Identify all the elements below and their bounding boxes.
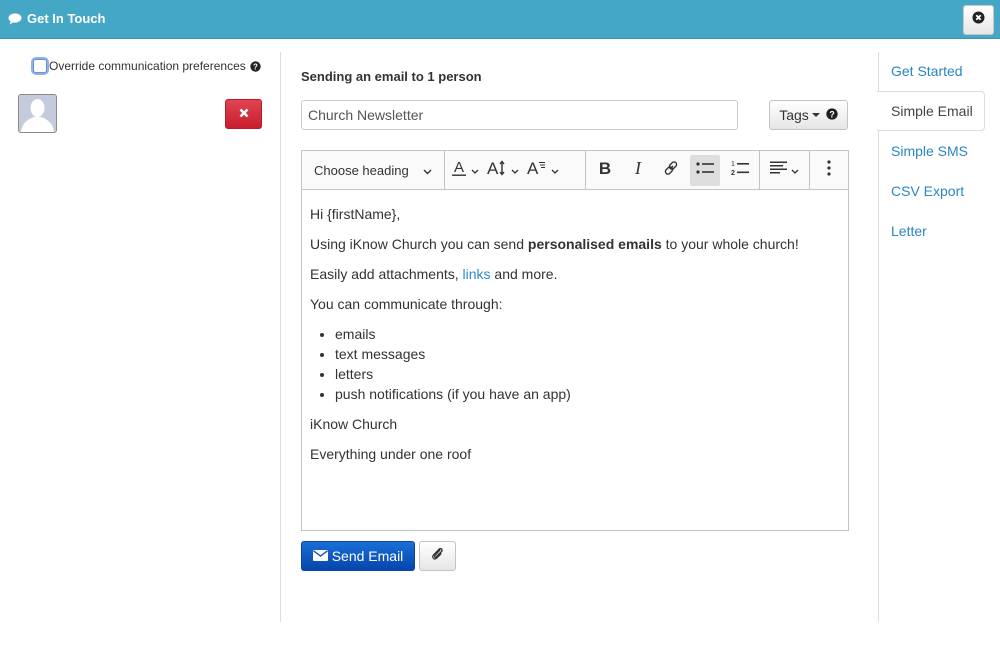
avatar [18,94,57,133]
recipients-panel: Override communication preferences ? [0,40,280,622]
send-email-button[interactable]: Send Email [301,541,415,571]
bold-icon: B [598,159,612,181]
channels-list: emails text messages letters push notifi… [310,324,840,404]
font-color-button[interactable]: A [447,155,483,186]
send-email-label: Send Email [331,548,404,564]
modal-title-text: Get In Touch [27,11,106,26]
question-circle-icon[interactable]: ? [250,60,261,72]
tagline-paragraph: Everything under one roof [310,446,472,462]
chevron-down-icon [551,161,559,179]
comment-icon [8,12,22,25]
font-family-icon: A [527,159,547,182]
italic-button[interactable]: I [624,155,652,186]
nav-item-get-started[interactable]: Get Started [878,51,1000,91]
svg-text:?: ? [253,62,258,71]
numbered-list-button[interactable]: 12 [725,155,755,186]
attachments-paragraph: Easily add attachments, links and more. [310,266,558,282]
font-size-button[interactable]: A [483,155,523,186]
svg-text:I: I [634,160,642,176]
paperclip-icon [431,547,444,566]
links-link[interactable]: links [463,266,491,282]
close-circle-icon [972,11,985,29]
tags-dropdown-button[interactable]: Tags ? [769,100,848,130]
divider-left [280,52,281,622]
list-item: push notifications (if you have an app) [335,384,840,404]
heading-dropdown-label: Choose heading [314,162,409,178]
nav-item-letter[interactable]: Letter [878,211,1000,251]
svg-text:A: A [487,159,499,177]
align-left-icon [770,161,787,179]
signature-paragraph: iKnow Church [310,416,398,432]
bold-text: personalised emails [527,236,662,252]
svg-text:1: 1 [731,161,735,168]
svg-text:B: B [598,160,610,176]
question-circle-icon: ? [826,107,838,123]
list-item: emails [335,324,840,344]
times-icon [239,105,249,123]
modal-header: Get In Touch [0,0,1000,39]
subject-input[interactable] [301,100,738,130]
modal-title: Get In Touch [8,11,105,26]
numbered-list-icon: 12 [731,160,749,181]
chevron-down-icon [471,161,479,179]
override-preferences-label: Override communication preferences [49,59,246,73]
caret-down-icon [811,113,820,117]
chevron-down-icon [511,161,519,179]
svg-text:2: 2 [731,170,735,176]
tags-label: Tags [779,107,809,123]
list-item: text messages [335,344,840,364]
editor-content[interactable]: Hi {firstName}, Using iKnow Church you c… [302,190,848,464]
bulleted-list-button[interactable] [689,154,720,186]
channels-paragraph: You can communicate through: [310,296,503,312]
greeting-paragraph: Hi {firstName}, [310,206,401,222]
svg-text:A: A [454,159,464,176]
more-options-button[interactable] [823,155,835,186]
override-preferences-checkbox[interactable] [33,59,47,73]
list-item: letters [335,364,840,384]
chevron-down-icon [791,161,799,179]
font-size-icon: A [487,159,507,182]
svg-text:?: ? [829,109,834,119]
alignment-button[interactable] [766,155,803,186]
heading-dropdown[interactable]: Choose heading [304,155,442,186]
svg-text:A: A [527,159,539,177]
override-preferences[interactable]: Override communication preferences ? [31,59,261,73]
close-button[interactable] [963,5,994,35]
bulleted-list-icon [695,161,714,180]
font-family-button[interactable]: A [523,155,563,186]
nav-item-simple-sms[interactable]: Simple SMS [878,131,1000,171]
sending-summary: Sending an email to 1 person [301,69,482,84]
font-color-icon: A [451,159,467,182]
remove-recipient-button[interactable] [225,99,262,129]
attach-file-button[interactable] [419,541,456,571]
link-button[interactable] [657,155,685,186]
chevron-down-icon [423,163,432,178]
person-silhouette-icon [19,95,56,132]
vertical-ellipsis-icon [827,159,831,181]
nav-item-csv-export[interactable]: CSV Export [878,171,1000,211]
communication-type-nav: Get Started Simple Email Simple SMS CSV … [877,51,1000,251]
link-icon [663,160,679,181]
nav-item-simple-email[interactable]: Simple Email [877,91,985,131]
envelope-icon [312,548,328,564]
bold-button[interactable]: B [591,155,619,186]
rich-text-editor: Choose heading A A A B I 1 2 Hi {firstNa… [301,150,849,531]
editor-toolbar: Choose heading A A A B I 1 2 [302,150,848,190]
italic-icon: I [632,158,644,181]
intro-paragraph: Using iKnow Church you can send personal… [310,236,799,252]
